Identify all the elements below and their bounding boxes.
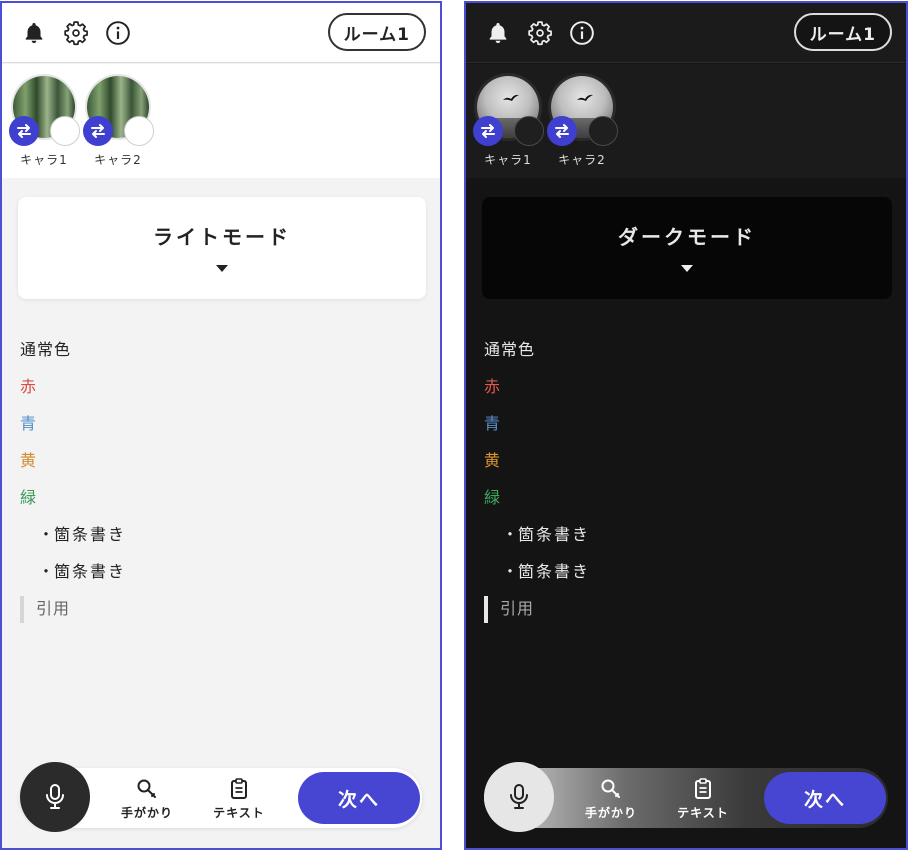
dark-mode-panel: ルーム1 キャラ1 キャラ2 ダークモード 通常色 赤 青 黄 緑 ・箇条書き … <box>464 1 908 850</box>
quote-block: 引用 <box>484 596 892 633</box>
swap-icon[interactable] <box>9 116 39 146</box>
top-bar: ルーム1 <box>2 3 440 63</box>
swap-icon[interactable] <box>83 116 113 146</box>
text-normal: 通常色 <box>20 340 72 359</box>
next-button[interactable]: 次へ <box>764 772 886 824</box>
character-slot[interactable]: キャラ1 <box>473 76 544 168</box>
text-label: テキスト <box>213 806 265 820</box>
swap-icon[interactable] <box>547 116 577 146</box>
microphone-icon <box>46 784 64 809</box>
character-bar: キャラ1 キャラ2 <box>466 64 906 178</box>
text-green: 緑 <box>484 488 502 507</box>
bullet-item: ・箇条書き <box>38 562 127 581</box>
bullet-item: ・箇条書き <box>502 525 591 544</box>
bottom-action-bar: 手がかり テキスト 次へ <box>484 762 888 832</box>
character-badge-slot <box>50 116 80 146</box>
text-yellow: 黄 <box>20 451 38 470</box>
caret-down-icon <box>216 265 228 272</box>
hint-label: 手がかり <box>120 806 173 820</box>
mode-title: ライトモード <box>153 225 291 249</box>
character-name: キャラ1 <box>484 153 532 167</box>
bullet-text: 箇条書き <box>54 562 127 581</box>
text-red: 赤 <box>20 377 38 396</box>
hint-button[interactable]: 手がかり <box>112 778 182 821</box>
text-blue: 青 <box>20 414 38 433</box>
text-red: 赤 <box>484 377 502 396</box>
gear-icon[interactable] <box>62 19 90 47</box>
character-name: キャラ1 <box>20 153 68 167</box>
bullet-text: 箇条書き <box>518 562 591 581</box>
light-mode-panel: ルーム1 キャラ1 キャラ2 ライトモード 通常色 赤 青 黄 緑 ・箇条書き <box>0 1 442 850</box>
bird-icon <box>503 94 519 101</box>
character-bar: キャラ1 キャラ2 <box>2 64 440 178</box>
microphone-icon <box>510 784 528 809</box>
character-badge-slot <box>124 116 154 146</box>
room-button[interactable]: ルーム1 <box>327 13 426 51</box>
mode-title: ダークモード <box>618 225 756 249</box>
gear-icon[interactable] <box>526 19 554 47</box>
swap-icon[interactable] <box>473 116 503 146</box>
bird-icon <box>577 94 593 101</box>
caret-down-icon <box>681 265 693 272</box>
message-content: 通常色 赤 青 黄 緑 ・箇条書き ・箇条書き 引用 <box>20 337 426 633</box>
hint-button[interactable]: 手がかり <box>576 778 646 821</box>
quote-block: 引用 <box>20 596 426 633</box>
bottom-action-bar: 手がかり テキスト 次へ <box>20 762 422 832</box>
character-badge-slot <box>588 116 618 146</box>
bullet-text: 箇条書き <box>518 525 591 544</box>
info-icon[interactable] <box>104 19 132 47</box>
text-button[interactable]: テキスト <box>204 778 274 821</box>
text-blue: 青 <box>484 414 502 433</box>
character-slot[interactable]: キャラ1 <box>9 76 80 168</box>
text-button[interactable]: テキスト <box>668 778 738 821</box>
bullet-text: 箇条書き <box>54 525 127 544</box>
message-content: 通常色 赤 青 黄 緑 ・箇条書き ・箇条書き 引用 <box>484 337 892 633</box>
character-name: キャラ2 <box>94 153 142 167</box>
text-green: 緑 <box>20 488 38 507</box>
character-slot[interactable]: キャラ2 <box>547 76 618 168</box>
clipboard-icon <box>231 778 247 799</box>
room-button[interactable]: ルーム1 <box>793 13 892 51</box>
magnifier-key-icon <box>601 779 620 798</box>
clipboard-icon <box>695 778 711 799</box>
hint-label: 手がかり <box>584 806 637 820</box>
bullet-item: ・箇条書き <box>502 562 591 581</box>
next-button[interactable]: 次へ <box>298 772 420 824</box>
microphone-button[interactable] <box>20 762 90 832</box>
character-badge-slot <box>514 116 544 146</box>
text-label: テキスト <box>677 806 729 820</box>
mode-selector[interactable]: ライトモード <box>18 197 426 299</box>
top-bar: ルーム1 <box>466 3 906 63</box>
microphone-button[interactable] <box>484 762 554 832</box>
bell-icon[interactable] <box>20 19 48 47</box>
magnifier-key-icon <box>137 779 156 798</box>
mode-selector[interactable]: ダークモード <box>482 197 892 299</box>
bell-icon[interactable] <box>484 19 512 47</box>
bullet-item: ・箇条書き <box>38 525 127 544</box>
text-normal: 通常色 <box>484 340 536 359</box>
character-name: キャラ2 <box>558 153 606 167</box>
info-icon[interactable] <box>568 19 596 47</box>
character-slot[interactable]: キャラ2 <box>83 76 154 168</box>
text-yellow: 黄 <box>484 451 502 470</box>
